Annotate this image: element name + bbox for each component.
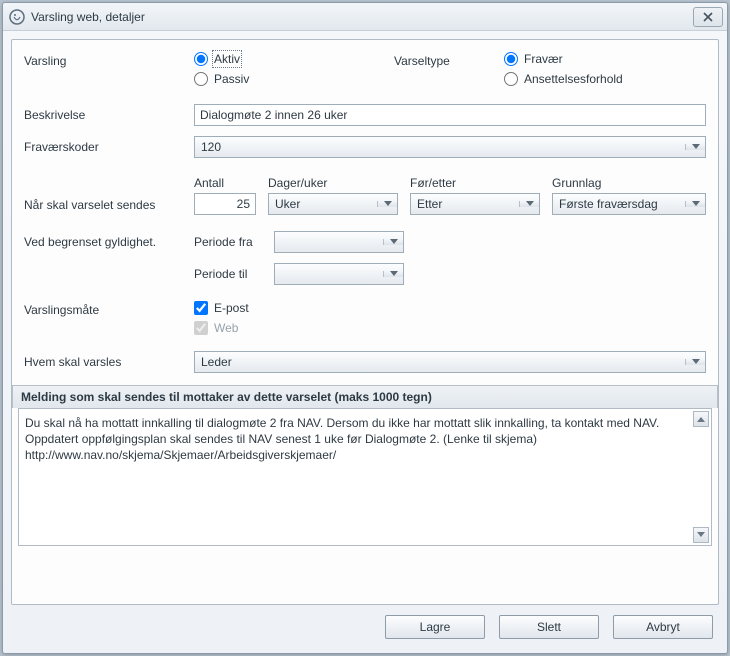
check-web: Web	[194, 321, 249, 335]
radio-fravaer[interactable]: Fravær	[504, 52, 623, 66]
window-title: Varsling web, detaljer	[31, 10, 693, 24]
label-varsling: Varsling	[24, 52, 194, 68]
periode-fra-select[interactable]	[274, 231, 404, 253]
close-button[interactable]	[693, 7, 723, 27]
melding-textarea[interactable]: Du skal nå ha mottatt innkalling til dia…	[18, 408, 712, 546]
content-area: Varsling Aktiv Passiv Varseltype Fravær …	[3, 31, 727, 653]
grunnlag-value: Første fraværsdag	[553, 197, 685, 211]
foer-etter-value: Etter	[411, 197, 519, 211]
radio-passiv[interactable]: Passiv	[194, 72, 394, 86]
hvem-value: Leder	[195, 355, 685, 369]
radio-fravaer-label: Fravær	[524, 52, 563, 66]
label-fravaerskoder: Fraværskoder	[24, 140, 194, 154]
label-naar-sendes: Når skal varselet sendes	[24, 198, 194, 215]
radio-ansettelse-label: Ansettelsesforhold	[524, 72, 623, 86]
chevron-up-icon	[697, 416, 705, 422]
chevron-down-icon	[685, 201, 705, 207]
beskrivelse-input[interactable]	[194, 104, 706, 126]
chevron-down-icon	[685, 144, 705, 150]
chevron-down-icon	[383, 239, 403, 245]
chevron-down-icon	[377, 201, 397, 207]
dager-uker-value: Uker	[269, 197, 377, 211]
fravaerskoder-select[interactable]: 120	[194, 136, 706, 158]
col-grunnlag: Grunnlag	[552, 176, 706, 190]
hvem-select[interactable]: Leder	[194, 351, 706, 373]
chevron-down-icon	[685, 359, 705, 365]
check-epost[interactable]: E-post	[194, 301, 249, 315]
dialog-window: Varsling web, detaljer Varsling Aktiv Pa…	[2, 2, 728, 654]
radio-aktiv-label: Aktiv	[214, 52, 240, 66]
scroll-up-button[interactable]	[693, 411, 709, 427]
col-dager-uker: Dager/uker	[268, 176, 398, 190]
label-hvem: Hvem skal varsles	[24, 355, 194, 369]
form-panel: Varsling Aktiv Passiv Varseltype Fravær …	[11, 39, 719, 605]
chevron-down-icon	[519, 201, 539, 207]
dager-uker-select[interactable]: Uker	[268, 193, 398, 215]
periode-til-select[interactable]	[274, 263, 404, 285]
button-row: Lagre Slett Avbryt	[11, 605, 719, 645]
label-varslingsmaate: Varslingsmåte	[24, 301, 194, 317]
radio-passiv-label: Passiv	[214, 72, 249, 86]
check-epost-label: E-post	[214, 301, 249, 315]
col-foer-etter: Før/etter	[410, 176, 540, 190]
label-ved-begrenset: Ved begrenset gyldighet.	[24, 235, 194, 249]
varsling-radio-group: Aktiv Passiv	[194, 52, 394, 86]
label-periode-til: Periode til	[194, 267, 274, 281]
antall-input[interactable]	[194, 193, 256, 215]
check-web-label: Web	[214, 321, 238, 335]
col-antall: Antall	[194, 176, 256, 190]
label-beskrivelse: Beskrivelse	[24, 108, 194, 122]
foer-etter-select[interactable]: Etter	[410, 193, 540, 215]
melding-section-header: Melding som skal sendes til mottaker av …	[12, 385, 718, 408]
radio-aktiv[interactable]: Aktiv	[194, 52, 394, 66]
slett-button[interactable]: Slett	[499, 615, 599, 639]
label-periode-fra: Periode fra	[194, 235, 274, 249]
melding-text: Du skal nå ha mottatt innkalling til dia…	[25, 415, 705, 464]
radio-ansettelse[interactable]: Ansettelsesforhold	[504, 72, 623, 86]
varseltype-radio-group: Fravær Ansettelsesforhold	[504, 52, 623, 86]
chevron-down-icon	[697, 532, 705, 538]
lagre-button[interactable]: Lagre	[385, 615, 485, 639]
close-icon	[703, 12, 713, 22]
titlebar: Varsling web, detaljer	[3, 3, 727, 31]
fravaerskoder-value: 120	[195, 140, 685, 154]
chevron-down-icon	[383, 271, 403, 277]
scroll-down-button[interactable]	[693, 527, 709, 543]
label-varseltype: Varseltype	[394, 52, 504, 68]
grunnlag-select[interactable]: Første fraværsdag	[552, 193, 706, 215]
app-icon	[9, 9, 25, 25]
avbryt-button[interactable]: Avbryt	[613, 615, 713, 639]
